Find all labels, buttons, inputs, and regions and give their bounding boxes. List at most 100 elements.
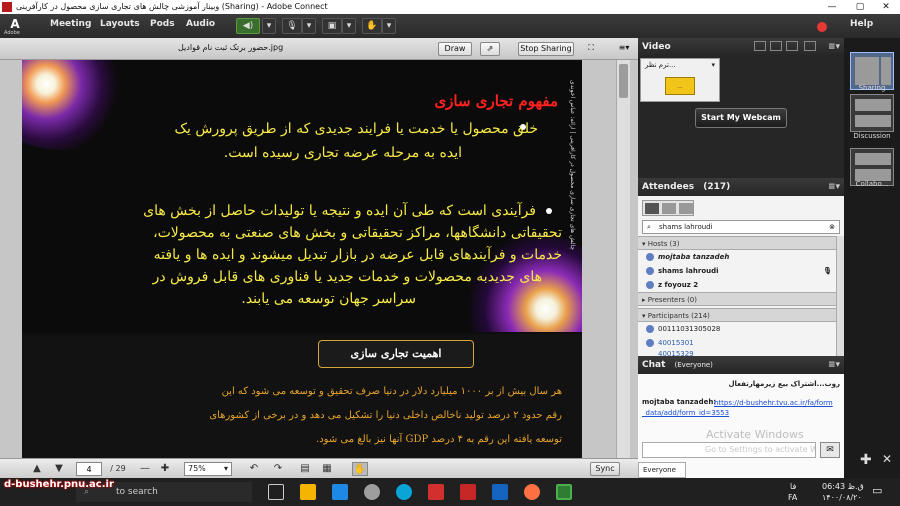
document-toolbar: ▲ ▼ / 29 — ✚ 75% ▾ ↶ ↷ ▤ ▦ ✋ Sync (0, 458, 638, 478)
language-code[interactable]: FA (788, 493, 797, 502)
file-explorer-icon[interactable] (300, 484, 316, 500)
attendee-list-scrollbar[interactable] (836, 236, 844, 356)
app-icon[interactable] (364, 484, 380, 500)
app-icon (2, 2, 12, 12)
microphone-menu[interactable]: ▾ (302, 18, 316, 34)
edge-browser-icon[interactable] (396, 484, 412, 500)
zoom-select[interactable]: 75% ▾ (184, 462, 232, 476)
status-menu[interactable]: ▾ (382, 18, 396, 34)
vertical-scrollbar[interactable] (616, 60, 630, 458)
mail-icon[interactable] (332, 484, 348, 500)
speaker-menu[interactable]: ▾ (262, 18, 276, 34)
layout-discussion-thumbnail[interactable] (850, 94, 894, 132)
menu-help[interactable]: Help (850, 19, 873, 29)
presenters-section[interactable]: ▸ Presenters (0) (638, 292, 836, 306)
pod-menu-icon[interactable]: ≡▾ (616, 42, 632, 56)
rotate-left-icon[interactable]: ↶ (246, 462, 262, 476)
sync-button[interactable]: Sync (590, 462, 620, 476)
layout-filmstrip-icon[interactable] (786, 41, 798, 51)
previous-page-icon[interactable]: ▲ (30, 462, 44, 476)
list-item[interactable]: 00111031305028 (638, 322, 836, 336)
rotate-right-icon[interactable]: ↷ (270, 462, 286, 476)
menu-pods[interactable]: Pods (150, 19, 175, 29)
recording-indicator-icon[interactable] (817, 22, 827, 32)
camera-menu[interactable]: ▾ (342, 18, 356, 34)
stop-sharing-button[interactable]: Stop Sharing (518, 42, 574, 56)
window-title-bar: وبینار آموزشی چالش های تجاری سازی محصول … (0, 0, 900, 14)
pan-hand-icon[interactable]: ✋ (352, 462, 368, 476)
raise-hand-button[interactable]: ✋ (362, 18, 382, 34)
add-layout-icon[interactable]: ✚ (860, 452, 872, 468)
list-item[interactable]: z foyouz 2 (638, 278, 836, 292)
fit-width-icon[interactable]: ▦ (320, 462, 334, 476)
status-view-icon[interactable] (679, 203, 693, 214)
share-screen-icon: ⇗ (486, 44, 494, 53)
microphone-icon: 🎙 (823, 267, 832, 275)
single-page-icon[interactable]: ▤ (298, 462, 312, 476)
layout-discussion-label[interactable]: Discussion (844, 132, 900, 140)
chat-pod-header: Chat (Everyone) ≡▾ (638, 356, 844, 374)
list-item[interactable]: mojtaba tanzadeh (638, 250, 836, 264)
participants-section[interactable]: ▾ Participants (214) (638, 308, 836, 322)
microphone-toggle[interactable]: 🎙 (282, 18, 302, 34)
fullscreen-icon[interactable]: ⛶ (584, 42, 598, 56)
scrollbar-thumb[interactable] (619, 64, 628, 98)
pod-menu-icon[interactable]: ≡▾ (828, 356, 840, 374)
video-feed-thumbnail[interactable]: ...ترم نظر ▾ ... (640, 58, 720, 102)
minimize-button[interactable]: — (818, 0, 846, 14)
draw-button[interactable]: Draw (438, 42, 472, 56)
participants-label: Participants (214) (647, 312, 710, 320)
list-item[interactable]: shams lahroudi 🎙 (638, 264, 836, 278)
video-user-label: ...ترم نظر (645, 61, 676, 69)
zoom-out-icon[interactable]: — (138, 462, 152, 476)
layout-block-icon (855, 57, 879, 85)
breakout-view-icon[interactable] (662, 203, 676, 214)
chat-input[interactable]: Go to Settings to activate Windows. (642, 442, 816, 458)
acrobat-icon[interactable] (428, 484, 444, 500)
next-page-icon[interactable]: ▼ (52, 462, 66, 476)
fullscreen-icon[interactable] (804, 41, 816, 51)
notifications-icon[interactable]: ▭ (872, 484, 882, 497)
pod-menu-icon[interactable]: ≡▾ (828, 38, 840, 56)
clock-date[interactable]: ۱۴۰۰/۰۸/۲۰ (822, 493, 862, 502)
word-icon[interactable] (492, 484, 508, 500)
language-indicator[interactable]: فا (790, 482, 796, 491)
share-options-button[interactable]: ⇗ (480, 42, 500, 56)
start-webcam-button[interactable]: Start My Webcam (695, 108, 787, 128)
layout-grid-icon[interactable] (754, 41, 766, 51)
slide-text-line: خلق محصول یا خدمت یا فرایند جدیدی که از … (174, 121, 538, 137)
participant-name: 40015301 (658, 339, 694, 347)
layout-sharing-label[interactable]: Sharing (844, 84, 900, 92)
clock-time[interactable]: 06:43 ق.ظ (822, 482, 864, 491)
menu-meeting[interactable]: Meeting (50, 19, 91, 29)
list-item[interactable]: 40015329 (638, 348, 836, 356)
menu-layouts[interactable]: Layouts (100, 19, 140, 29)
chat-scope: (Everyone) (674, 361, 713, 369)
send-message-icon[interactable]: ✉ (820, 442, 840, 458)
chevron-down-icon[interactable]: ▾ (711, 61, 715, 69)
adobe-connect-task-icon[interactable] (556, 484, 572, 500)
chat-link[interactable]: https://d-bushehr.tvu.ac.ir/fa/form_data… (642, 398, 834, 418)
pod-menu-icon[interactable]: ≡▾ (828, 178, 840, 196)
microphone-icon: 🎙 (286, 21, 298, 31)
maximize-button[interactable]: ▢ (846, 0, 874, 14)
close-layouts-icon[interactable]: ✕ (882, 452, 892, 466)
list-view-icon[interactable] (645, 203, 659, 214)
hosts-section[interactable]: ▾ Hosts (3) (638, 236, 836, 250)
layout-collaboration-label[interactable]: Collabo... (844, 180, 900, 188)
speaker-toggle[interactable]: ◀) (236, 18, 260, 34)
close-button[interactable]: ✕ (872, 0, 900, 14)
layout-strip-icon[interactable] (770, 41, 782, 51)
menu-audio[interactable]: Audio (186, 19, 215, 29)
clear-search-icon[interactable]: ⊗ (829, 221, 835, 233)
page-number-input[interactable] (76, 462, 102, 476)
camera-toggle[interactable]: ▣ (322, 18, 342, 34)
powerpoint-icon[interactable] (460, 484, 476, 500)
attendee-search-input[interactable]: ⌕ shams lahroudi ⊗ (642, 220, 840, 234)
slide-viewer[interactable]: مفهوم تجاری سازی خلق محصول یا خدمت یا فر… (22, 60, 582, 458)
zoom-in-icon[interactable]: ✚ (158, 462, 172, 476)
chat-tab-everyone[interactable]: Everyone (638, 462, 686, 478)
attendees-pod-header: Attendees (217) ≡▾ (638, 178, 844, 196)
firefox-icon[interactable] (524, 484, 540, 500)
task-view-icon[interactable] (268, 484, 284, 500)
